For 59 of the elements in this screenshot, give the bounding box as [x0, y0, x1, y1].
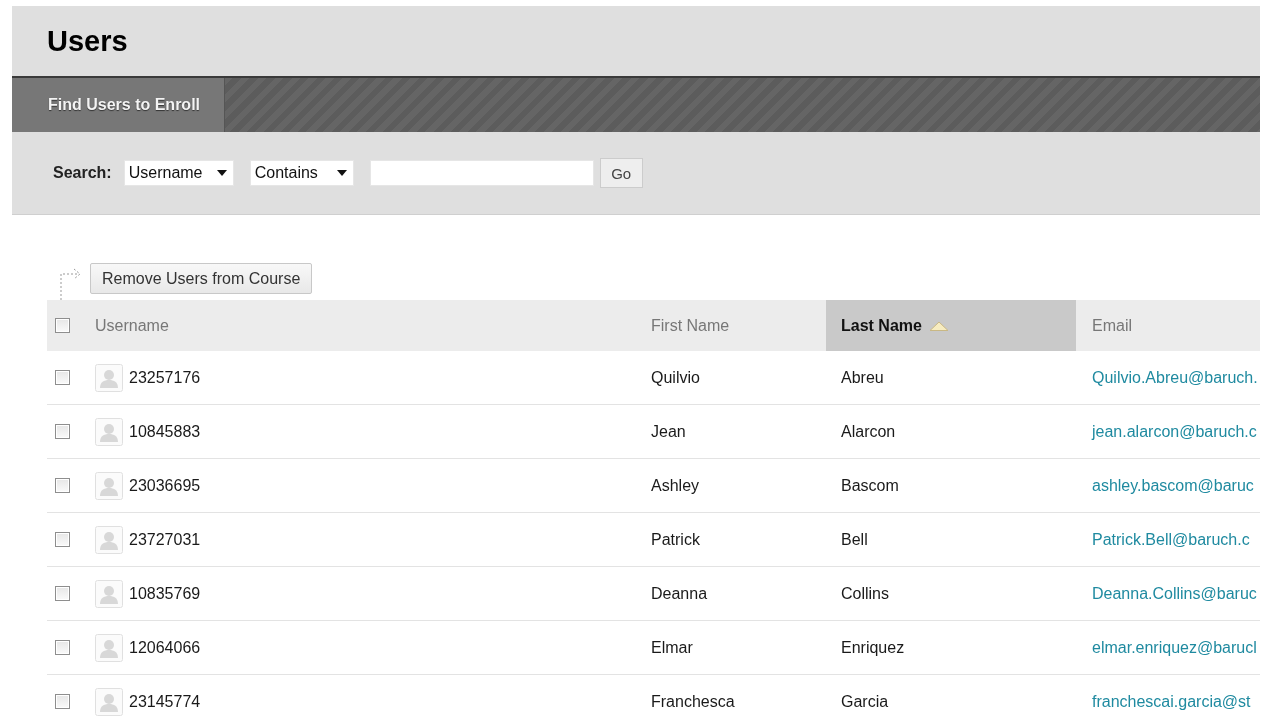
checkbox[interactable] [55, 640, 70, 655]
avatar-icon [95, 417, 123, 446]
avatar-icon [95, 633, 123, 662]
go-button[interactable]: Go [599, 158, 643, 188]
table-cell: 23145774 [129, 692, 201, 711]
column-header[interactable]: Email [1076, 300, 1260, 351]
table-cell: Jean [651, 422, 686, 441]
table-cell: Bascom [841, 476, 899, 495]
avatar-icon [95, 363, 123, 392]
table-cell: 23257176 [129, 368, 201, 387]
sort-up-icon [928, 320, 949, 331]
table-cell: Alarcon [841, 422, 896, 441]
search-label: Search: [53, 164, 112, 182]
column-header[interactable]: Username [85, 300, 641, 351]
avatar-icon [95, 471, 123, 500]
checkbox[interactable] [55, 478, 70, 493]
column-header[interactable]: Last Name [826, 300, 1076, 351]
caret-icon [216, 170, 227, 176]
remove-users-button[interactable]: Remove Users from Course [90, 263, 313, 294]
table-cell: Franchesca [651, 692, 735, 711]
checkbox[interactable] [55, 532, 70, 547]
caret-icon [336, 170, 347, 176]
email-link[interactable]: Quilvio.Abreu@baruch. [1092, 368, 1258, 387]
checkbox[interactable] [55, 318, 70, 333]
avatar-icon [95, 525, 123, 554]
arrow-icon [59, 266, 82, 300]
tab[interactable]: Find Users to Enroll [12, 78, 225, 132]
operator-dropdown[interactable]: Contains [249, 160, 354, 186]
page-title: Users [47, 24, 128, 58]
email-link[interactable]: Deanna.Collins@baruc [1092, 584, 1257, 603]
table-cell: 10845883 [129, 422, 201, 441]
avatar-icon [95, 687, 123, 716]
table-cell: Enriquez [841, 638, 905, 657]
table-cell: Patrick [651, 530, 700, 549]
table-cell: Deanna [651, 584, 708, 603]
email-link[interactable]: Patrick.Bell@baruch.c [1092, 530, 1250, 549]
checkbox[interactable] [55, 586, 70, 601]
email-link[interactable]: jean.alarcon@baruch.c [1092, 422, 1257, 441]
field-dropdown[interactable]: Username [123, 160, 234, 186]
email-link[interactable]: franchescai.garcia@st [1092, 692, 1251, 711]
table-cell: Elmar [651, 638, 693, 657]
table-cell: 10835769 [129, 584, 201, 603]
avatar-icon [95, 579, 123, 608]
email-link[interactable]: ashley.bascom@baruc [1092, 476, 1254, 495]
table-cell: 23727031 [129, 530, 201, 549]
email-link[interactable]: elmar.enriquez@barucl [1092, 638, 1257, 657]
table-cell: Bell [841, 530, 868, 549]
table-cell: Abreu [841, 368, 884, 387]
checkbox[interactable] [55, 424, 70, 439]
table-cell: Quilvio [651, 368, 700, 387]
table-cell: 23036695 [129, 476, 201, 495]
checkbox[interactable] [55, 370, 70, 385]
table-cell: Collins [841, 584, 889, 603]
checkbox[interactable] [55, 694, 70, 709]
search-field[interactable] [369, 160, 594, 186]
table-cell: Ashley [651, 476, 700, 495]
column-header[interactable]: First Name [641, 300, 826, 351]
table-cell: Garcia [841, 692, 889, 711]
table-cell: 12064066 [129, 638, 201, 657]
